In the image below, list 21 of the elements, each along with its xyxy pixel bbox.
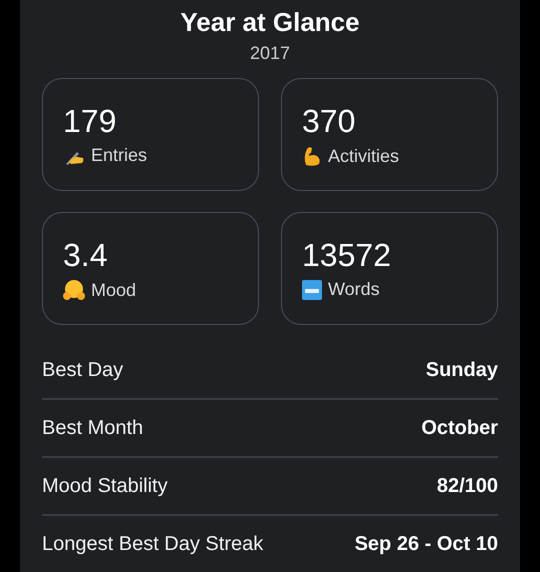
year-label: 2017 <box>248 42 292 64</box>
stat-label: Words <box>328 279 380 300</box>
stat-label: Activities <box>328 146 400 166</box>
detail-label: Best Day <box>42 358 124 382</box>
detail-value: 82/100 <box>436 474 498 498</box>
abc-input-icon <box>302 280 322 300</box>
stat-value: 179 <box>63 103 118 139</box>
stat-label: Entries <box>91 145 148 166</box>
stat-label: Mood <box>91 280 136 300</box>
stat-value: 370 <box>302 103 356 139</box>
detail-value: Sep 26 - Oct 10 <box>354 532 498 556</box>
detail-value: October <box>421 416 498 440</box>
hugging-smiley-icon <box>63 279 85 301</box>
stat-value: 3.4 <box>63 237 108 273</box>
flexed-arm-icon <box>302 145 322 167</box>
detail-label: Best Month <box>42 416 144 440</box>
detail-label: Longest Best Day Streak <box>42 532 264 556</box>
detail-value: Sunday <box>426 358 498 382</box>
stat-value: 13572 <box>302 237 392 273</box>
page-title: Year at Glance <box>179 6 361 38</box>
detail-label: Mood Stability <box>42 474 168 498</box>
